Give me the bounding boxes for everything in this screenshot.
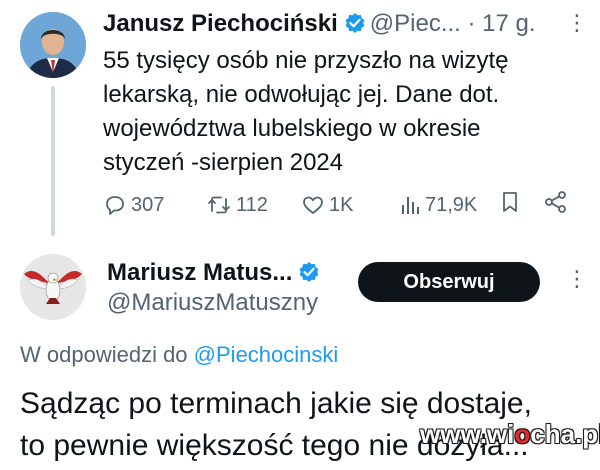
bookmark-button[interactable] [499, 190, 521, 214]
reply-context: W odpowiedzi do @Piechocinski [20, 340, 338, 370]
reply-button[interactable]: 307 [103, 190, 164, 220]
like-count: 1K [329, 194, 354, 216]
more-options-icon[interactable]: ⋮ [566, 10, 588, 36]
tweet1-text-line: styczeń -sierpien 2024 [103, 149, 344, 176]
views-button[interactable]: 71,9K [399, 190, 477, 220]
follow-button[interactable]: Obserwuj [358, 262, 540, 302]
bookmark-icon [503, 192, 517, 212]
tweet1-text-line: lekarską, nie odwołując jej. Dane dot. [103, 81, 500, 108]
verified-badge-icon [298, 261, 320, 291]
avatar-portrait-image [20, 12, 86, 78]
reply-prefix: W odpowiedzi do [20, 342, 188, 367]
reply-handle-link[interactable]: @Piechocinski [194, 342, 339, 367]
avatar-mariusz[interactable] [20, 254, 86, 320]
tweet1-text-line: województwa lubelskiego w okresie [103, 115, 481, 142]
reply-icon [106, 196, 124, 215]
like-button[interactable]: 1K [301, 190, 353, 220]
tweet1-text-line: 55 tysięcy osób nie przyszło na wizytę [103, 47, 509, 74]
tweet2-header: Mariusz Matus... [107, 258, 324, 291]
repost-count: 112 [236, 194, 268, 216]
watermark-part: o [514, 419, 531, 449]
share-icon [545, 191, 566, 213]
views-icon [402, 197, 419, 214]
repost-icon [208, 196, 230, 214]
repost-button[interactable]: 112 [206, 190, 268, 220]
tweet1-author-name[interactable]: Janusz Piechociński [103, 10, 338, 37]
thread-connector-line [51, 86, 55, 236]
tweet2-handle[interactable]: @MariuszMatuszny [107, 288, 318, 318]
tweet2-author-name[interactable]: Mariusz Matus... [107, 259, 292, 286]
verified-badge-icon [344, 12, 366, 42]
tweet1-action-bar: 307 112 1K 71,9K [103, 190, 573, 220]
tweet1-text: 55 tysięcy osób nie przyszło na wizytę l… [103, 44, 573, 180]
watermark-part: cha.pl [530, 419, 600, 449]
avatar-janusz[interactable] [20, 12, 86, 78]
tweet1-handle-time[interactable]: @Piec... · 17 g. [370, 10, 536, 37]
share-button[interactable] [543, 190, 569, 214]
views-count: 71,9K [425, 194, 478, 216]
more-options-icon[interactable]: ⋮ [566, 266, 588, 292]
reply-count: 307 [131, 194, 165, 216]
watermark: www.wiocha.pl [420, 419, 600, 450]
like-icon [303, 196, 323, 214]
tweet1-header: Janusz Piechociński @Piec... · 17 g. [103, 9, 536, 42]
watermark-part: www.wi [420, 419, 515, 449]
avatar-eagle-image [20, 254, 86, 320]
